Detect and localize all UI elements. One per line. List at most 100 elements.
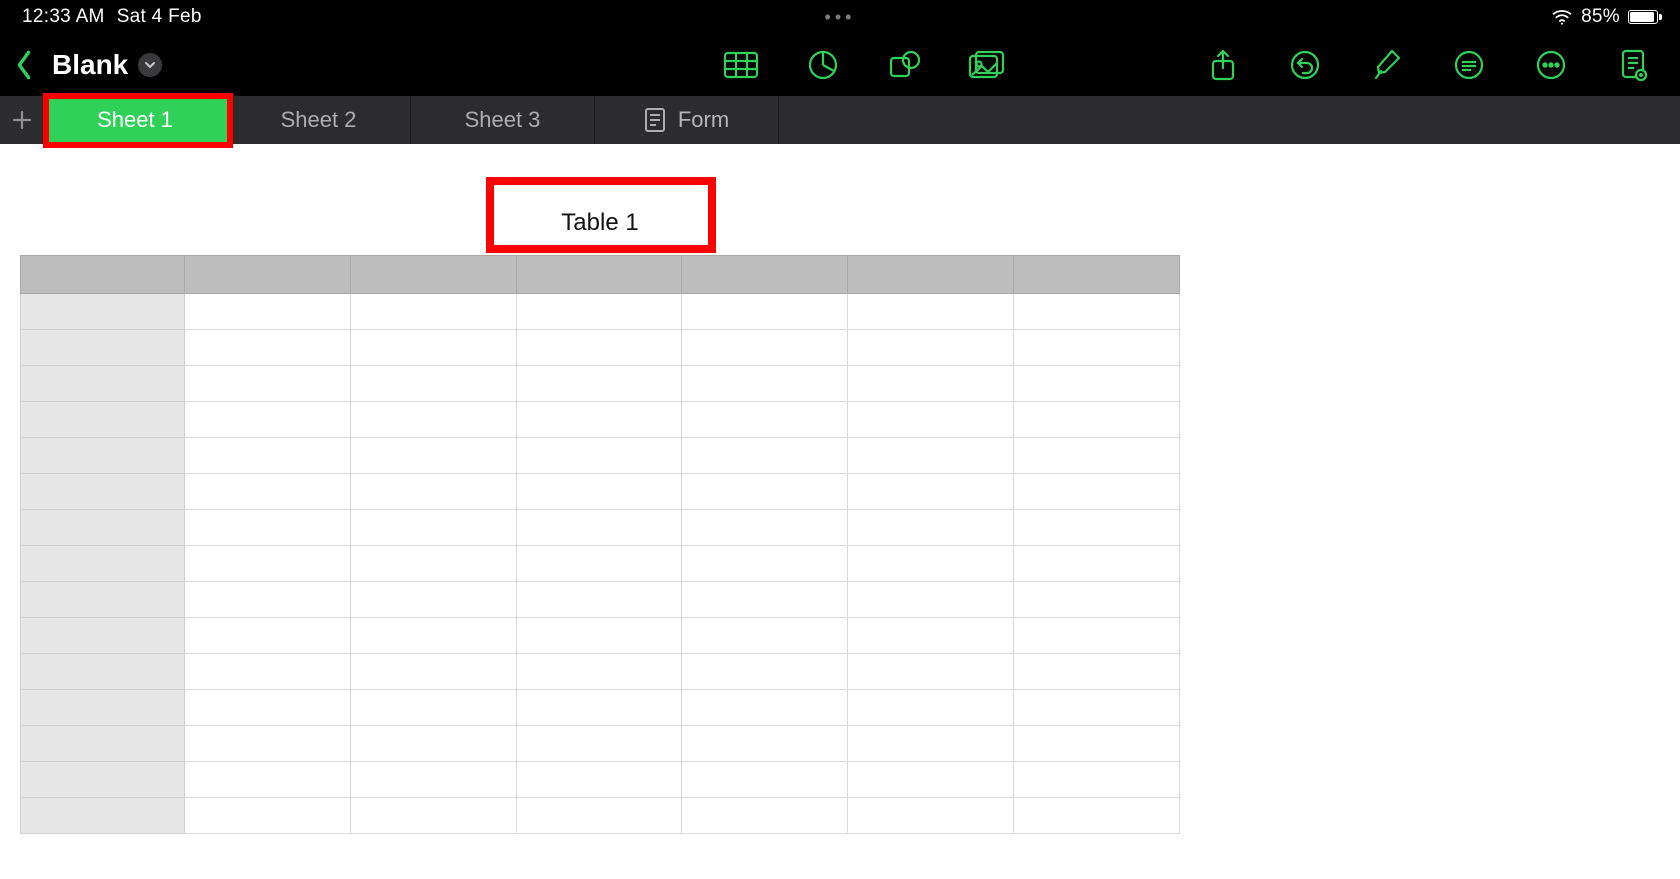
table-cell[interactable] — [185, 654, 351, 690]
sheet-tab-form[interactable]: Form — [595, 96, 779, 144]
table-cell[interactable] — [682, 654, 848, 690]
table-cell[interactable] — [516, 618, 682, 654]
back-button[interactable] — [8, 49, 40, 81]
table-cell[interactable] — [185, 366, 351, 402]
table-cell[interactable] — [682, 294, 848, 330]
table-row-header[interactable] — [21, 474, 185, 510]
table-cell[interactable] — [682, 546, 848, 582]
insert-table-button[interactable] — [702, 50, 780, 80]
table-cell[interactable] — [1014, 438, 1180, 474]
multitask-dots-icon[interactable]: ••• — [825, 7, 856, 28]
table-cell[interactable] — [350, 798, 516, 834]
insert-shape-button[interactable] — [866, 49, 944, 81]
table-cell[interactable] — [848, 546, 1014, 582]
table-row-header[interactable] — [21, 546, 185, 582]
table-cell[interactable] — [1014, 294, 1180, 330]
table-cell[interactable] — [350, 762, 516, 798]
table-cell[interactable] — [848, 366, 1014, 402]
table-cell[interactable] — [350, 330, 516, 366]
table-cell[interactable] — [350, 438, 516, 474]
table-row-header[interactable] — [21, 798, 185, 834]
table-cell[interactable] — [350, 690, 516, 726]
table-cell[interactable] — [516, 726, 682, 762]
table-cell[interactable] — [185, 330, 351, 366]
table-cell[interactable] — [516, 510, 682, 546]
table-row-header[interactable] — [21, 438, 185, 474]
table-row-header[interactable] — [21, 762, 185, 798]
table-cell[interactable] — [848, 510, 1014, 546]
table-cell[interactable] — [185, 402, 351, 438]
table-cell[interactable] — [1014, 582, 1180, 618]
table-cell[interactable] — [848, 330, 1014, 366]
table-cell[interactable] — [848, 438, 1014, 474]
table-cell[interactable] — [516, 366, 682, 402]
table-cell[interactable] — [516, 402, 682, 438]
insert-media-button[interactable] — [948, 50, 1026, 80]
table-cell[interactable] — [516, 798, 682, 834]
table-cell[interactable] — [848, 474, 1014, 510]
table-cell[interactable] — [350, 366, 516, 402]
table-cell[interactable] — [516, 474, 682, 510]
table-row-header[interactable] — [21, 618, 185, 654]
comment-button[interactable] — [1430, 49, 1508, 81]
table-cell[interactable] — [1014, 618, 1180, 654]
table-cell[interactable] — [1014, 654, 1180, 690]
table-cell[interactable] — [848, 654, 1014, 690]
table-cell[interactable] — [516, 762, 682, 798]
insert-chart-button[interactable] — [784, 49, 862, 81]
table-cell[interactable] — [185, 294, 351, 330]
table-cell[interactable] — [185, 762, 351, 798]
table-cell[interactable] — [848, 690, 1014, 726]
table-column-header[interactable] — [516, 256, 682, 294]
table-cell[interactable] — [682, 438, 848, 474]
spreadsheet-table[interactable] — [20, 255, 1180, 834]
document-title-button[interactable]: Blank — [52, 49, 162, 81]
table-corner-cell[interactable] — [21, 256, 185, 294]
table-cell[interactable] — [516, 294, 682, 330]
sheet-tab-3[interactable]: Sheet 3 — [411, 96, 595, 144]
table-row-header[interactable] — [21, 654, 185, 690]
table-cell[interactable] — [516, 654, 682, 690]
table-cell[interactable] — [185, 582, 351, 618]
table-row-header[interactable] — [21, 402, 185, 438]
table-cell[interactable] — [350, 654, 516, 690]
table-cell[interactable] — [350, 474, 516, 510]
table-cell[interactable] — [848, 294, 1014, 330]
table-cell[interactable] — [185, 546, 351, 582]
table-cell[interactable] — [350, 726, 516, 762]
table-cell[interactable] — [682, 366, 848, 402]
spreadsheet-canvas[interactable]: Table 1 — [0, 144, 1680, 879]
table-cell[interactable] — [516, 582, 682, 618]
table-row-header[interactable] — [21, 294, 185, 330]
table-row-header[interactable] — [21, 366, 185, 402]
table-cell[interactable] — [516, 546, 682, 582]
table-column-header[interactable] — [185, 256, 351, 294]
table-cell[interactable] — [848, 762, 1014, 798]
table-title[interactable]: Table 1 — [20, 199, 1180, 255]
table-cell[interactable] — [682, 762, 848, 798]
table-cell[interactable] — [1014, 510, 1180, 546]
table-cell[interactable] — [350, 582, 516, 618]
table-cell[interactable] — [682, 618, 848, 654]
table-cell[interactable] — [350, 546, 516, 582]
table-cell[interactable] — [682, 726, 848, 762]
undo-button[interactable] — [1266, 49, 1344, 81]
table-cell[interactable] — [1014, 690, 1180, 726]
table-row-header[interactable] — [21, 726, 185, 762]
table-cell[interactable] — [682, 690, 848, 726]
share-button[interactable] — [1184, 48, 1262, 82]
table-cell[interactable] — [1014, 330, 1180, 366]
table-cell[interactable] — [185, 798, 351, 834]
sheet-tab-2[interactable]: Sheet 2 — [227, 96, 411, 144]
table-cell[interactable] — [516, 330, 682, 366]
table-cell[interactable] — [682, 582, 848, 618]
table-cell[interactable] — [848, 726, 1014, 762]
table-cell[interactable] — [185, 474, 351, 510]
table-row-header[interactable] — [21, 582, 185, 618]
table-cell[interactable] — [350, 510, 516, 546]
table-cell[interactable] — [185, 618, 351, 654]
table-cell[interactable] — [185, 510, 351, 546]
table-cell[interactable] — [185, 690, 351, 726]
table-cell[interactable] — [350, 402, 516, 438]
table-cell[interactable] — [1014, 366, 1180, 402]
